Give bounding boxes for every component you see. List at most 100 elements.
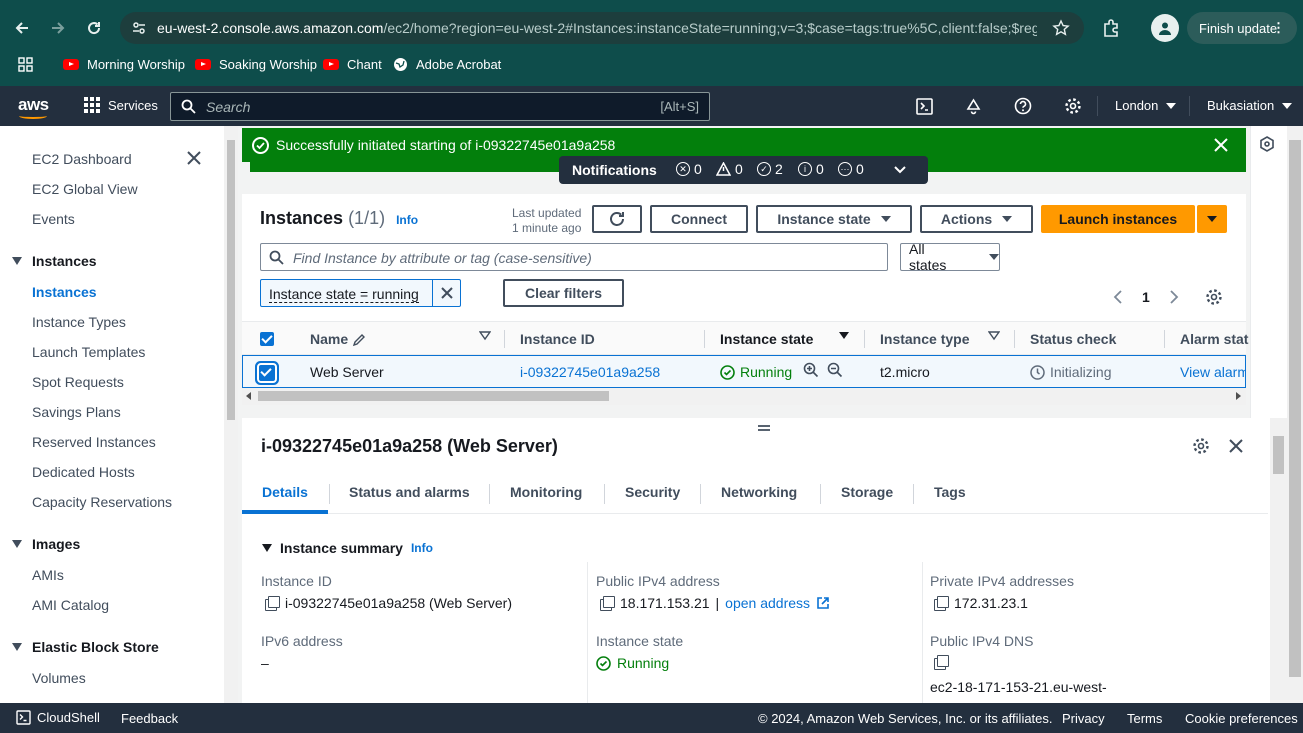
launch-dropdown-button[interactable] (1197, 205, 1227, 233)
tab-networking[interactable]: Networking (721, 484, 797, 500)
bookmark-star-icon[interactable] (1052, 19, 1070, 37)
bookmark-soaking-worship[interactable]: Soaking Worship (195, 57, 317, 72)
actions-button[interactable]: Actions (920, 205, 1033, 233)
clear-filters-button[interactable]: Clear filters (503, 279, 624, 307)
sidebar-item-reserved-instances[interactable]: Reserved Instances (32, 434, 156, 450)
sort-caret-filled-icon[interactable] (838, 331, 850, 341)
finish-update-button[interactable]: Finish update ⋮ (1187, 12, 1297, 44)
bookmark-morning-worship[interactable]: Morning Worship (63, 57, 185, 72)
row-checkbox[interactable] (257, 363, 277, 383)
forward-icon[interactable] (44, 14, 72, 42)
column-header-name[interactable]: Name (310, 331, 366, 347)
info-link[interactable]: Info (411, 541, 433, 555)
current-page[interactable]: 1 (1142, 289, 1150, 305)
scrollbar-thumb[interactable] (258, 391, 609, 401)
instance-state-button[interactable]: Instance state (756, 205, 912, 233)
sidebar-item-spot-requests[interactable]: Spot Requests (32, 374, 124, 390)
dismiss-flash-icon[interactable] (1213, 137, 1229, 153)
tab-security[interactable]: Security (625, 484, 680, 500)
refresh-button[interactable] (592, 205, 642, 233)
search-input[interactable]: Search [Alt+S] (170, 92, 710, 121)
cloudshell-icon[interactable] (914, 96, 934, 116)
info-link[interactable]: Info (396, 213, 418, 227)
resize-handle-icon[interactable] (757, 424, 771, 432)
sidebar-item-savings-plans[interactable]: Savings Plans (32, 404, 121, 420)
notifications-bar[interactable]: Notifications ✕ 0 0 ✓ 2 i0 ··· 0 (559, 156, 928, 184)
tab-tags[interactable]: Tags (934, 484, 966, 500)
sidebar-item-launch-templates[interactable]: Launch Templates (32, 344, 145, 360)
sidebar-section-instances[interactable]: Instances (12, 253, 97, 269)
state-filter-select[interactable]: All states (900, 241, 1000, 273)
tab-status-and-alarms[interactable]: Status and alarms (349, 484, 470, 500)
services-menu[interactable]: Services (84, 97, 158, 113)
close-detail-icon[interactable] (1228, 438, 1244, 454)
sidebar-item-capacity-reservations[interactable]: Capacity Reservations (32, 494, 172, 510)
column-header-instance-type[interactable]: Instance type (880, 331, 969, 347)
sort-caret-icon[interactable] (479, 331, 491, 341)
copy-icon[interactable] (600, 596, 615, 611)
kebab-menu-icon[interactable]: ⋮ (1272, 20, 1285, 36)
column-header-instance-state[interactable]: Instance state (720, 331, 813, 347)
connect-button[interactable]: Connect (650, 205, 748, 233)
sidebar-item-ec2-dashboard[interactable]: EC2 Dashboard (32, 151, 132, 167)
sidebar-item-ami-catalog[interactable]: AMI Catalog (32, 597, 109, 613)
apps-grid-icon[interactable] (18, 57, 33, 72)
page-vertical-scrollbar[interactable] (1287, 126, 1303, 703)
bell-icon[interactable] (963, 96, 983, 116)
zoom-out-icon[interactable] (827, 362, 843, 378)
bookmark-adobe-acrobat[interactable]: Adobe Acrobat (393, 57, 501, 72)
sidebar-section-images[interactable]: Images (12, 536, 80, 552)
table-horizontal-scrollbar[interactable] (242, 388, 1246, 405)
account-menu[interactable]: Bukasiation (1207, 98, 1293, 113)
filter-token[interactable]: Instance state = running (260, 279, 461, 307)
sort-caret-icon[interactable] (988, 331, 1000, 341)
tab-storage[interactable]: Storage (841, 484, 893, 500)
copy-icon[interactable] (934, 596, 949, 611)
back-icon[interactable] (8, 14, 36, 42)
settings-gear-icon[interactable] (1063, 96, 1083, 116)
prev-page-icon[interactable] (1112, 289, 1124, 305)
find-instance-input[interactable]: Find Instance by attribute or tag (case-… (260, 243, 888, 271)
column-header-alarm-status[interactable]: Alarm stat (1180, 331, 1248, 347)
detail-preferences-gear-icon[interactable] (1192, 437, 1210, 455)
sidebar-item-events[interactable]: Events (32, 211, 75, 227)
extensions-icon[interactable] (1101, 18, 1121, 38)
zoom-in-icon[interactable] (803, 362, 819, 378)
launch-instances-button[interactable]: Launch instances (1041, 205, 1195, 233)
region-selector[interactable]: London (1115, 98, 1177, 113)
sidebar-item-instances[interactable]: Instances (32, 284, 97, 300)
remove-filter-icon[interactable] (432, 280, 461, 306)
expand-chevron-icon[interactable] (893, 163, 907, 177)
sidebar-item-amis[interactable]: AMIs (32, 567, 64, 583)
feedback-link[interactable]: Feedback (121, 711, 178, 726)
scrollbar-thumb[interactable] (227, 140, 235, 420)
instance-summary-header[interactable]: Instance summary Info (262, 540, 433, 556)
cookie-preferences-link[interactable]: Cookie preferences (1185, 711, 1298, 726)
column-header-status-check[interactable]: Status check (1030, 331, 1116, 347)
scroll-left-icon[interactable] (246, 392, 251, 400)
address-bar[interactable]: eu-west-2.console.aws.amazon.com/ec2/hom… (120, 12, 1084, 44)
site-settings-icon[interactable] (132, 21, 146, 35)
tab-details[interactable]: Details (262, 484, 308, 500)
open-address-link[interactable]: open address (725, 595, 810, 611)
reload-icon[interactable] (80, 14, 108, 42)
copy-icon[interactable] (934, 655, 949, 670)
next-page-icon[interactable] (1168, 289, 1180, 305)
bookmark-chant[interactable]: Chant (323, 57, 382, 72)
tools-panel-icon[interactable] (1259, 136, 1275, 152)
cell-view-alarms-link[interactable]: View alarm (1180, 364, 1246, 380)
external-link-icon[interactable] (816, 596, 830, 610)
detail-vertical-scrollbar[interactable] (1270, 418, 1287, 703)
aws-logo[interactable]: aws (18, 95, 49, 119)
copy-icon[interactable] (265, 596, 280, 611)
privacy-link[interactable]: Privacy (1062, 711, 1105, 726)
sidebar-item-volumes[interactable]: Volumes (32, 670, 86, 686)
sidebar-section-elastic-block-store[interactable]: Elastic Block Store (12, 639, 159, 655)
scrollbar-thumb[interactable] (1273, 436, 1284, 474)
sidebar-item-ec2-global-view[interactable]: EC2 Global View (32, 181, 138, 197)
sidebar-item-instance-types[interactable]: Instance Types (32, 314, 126, 330)
column-header-instance-id[interactable]: Instance ID (520, 331, 595, 347)
profile-avatar-icon[interactable] (1151, 14, 1179, 42)
cell-instance-id-link[interactable]: i-09322745e01a9a258 (520, 364, 660, 380)
terms-link[interactable]: Terms (1127, 711, 1162, 726)
